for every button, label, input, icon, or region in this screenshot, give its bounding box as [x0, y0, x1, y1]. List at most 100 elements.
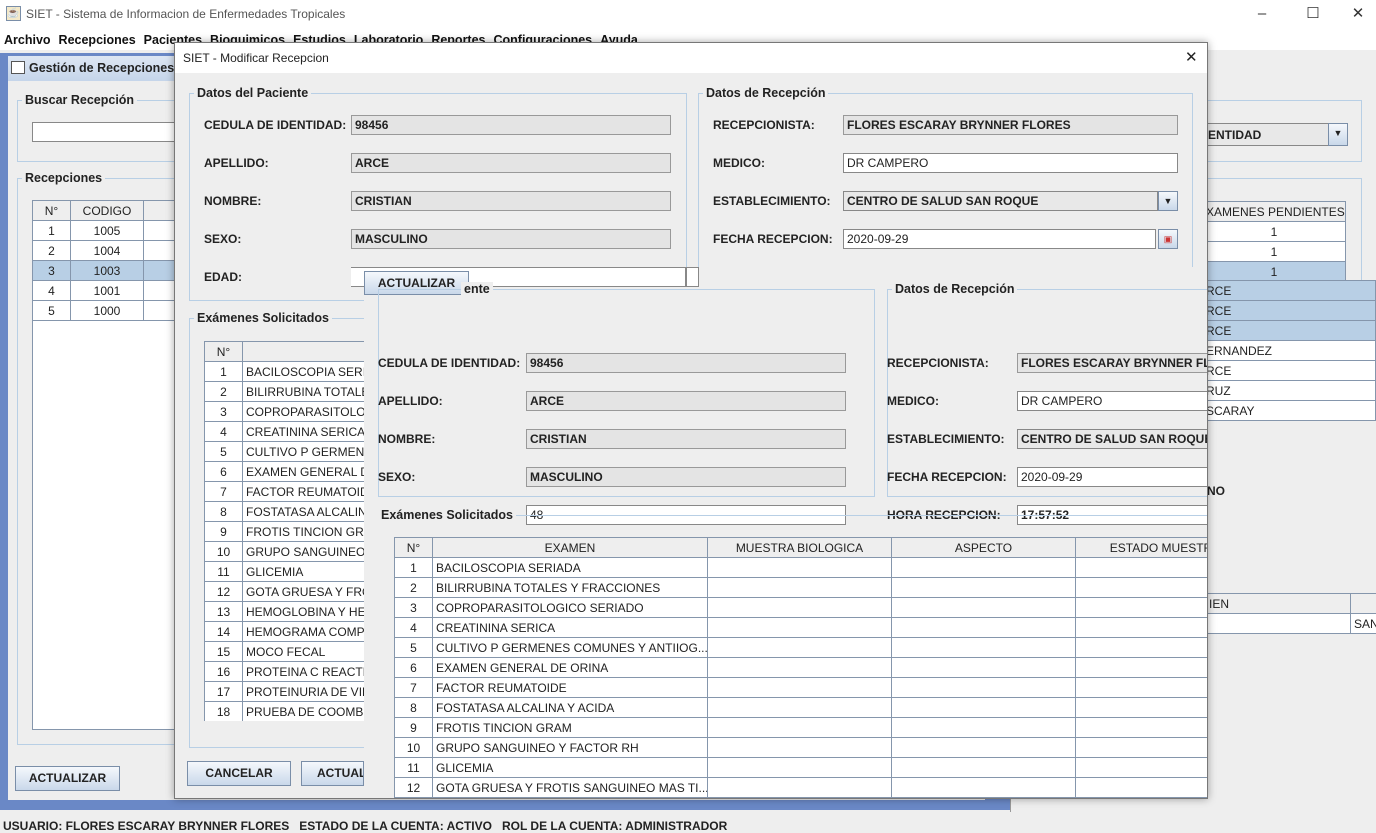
- table-row[interactable]: 9FROTIS TINCION GRAM: [395, 718, 1209, 738]
- cancelar-button[interactable]: CANCELAR: [187, 761, 291, 786]
- column-header[interactable]: N°: [205, 342, 243, 362]
- recepcion-field-3[interactable]: 2020-09-29: [843, 229, 1156, 249]
- empty-cell[interactable]: [708, 598, 892, 618]
- table-row[interactable]: 13HEMOGLOBINA Y HEM: [205, 602, 365, 622]
- empty-cell[interactable]: [708, 578, 892, 598]
- empty-cell[interactable]: [1076, 558, 1209, 578]
- empty-cell[interactable]: [892, 798, 1076, 800]
- column-header[interactable]: EXAMEN: [433, 538, 708, 558]
- empty-cell[interactable]: [708, 738, 892, 758]
- column-header[interactable]: N°: [33, 201, 71, 221]
- search-input[interactable]: [32, 122, 182, 142]
- table-row[interactable]: 16PROTEINA C REACTI: [205, 662, 365, 682]
- empty-cell[interactable]: [708, 618, 892, 638]
- actualizar-button[interactable]: ACTUALIZAR: [15, 766, 120, 791]
- empty-cell[interactable]: [892, 758, 1076, 778]
- empty-cell[interactable]: [708, 758, 892, 778]
- table-row[interactable]: 8FOSTATASA ALCALINA Y ACIDA: [395, 698, 1209, 718]
- empty-cell[interactable]: [1076, 718, 1209, 738]
- empty-cell[interactable]: [892, 778, 1076, 798]
- table-row[interactable]: 15MOCO FECAL: [205, 642, 365, 662]
- table-row[interactable]: 11GLICEMIA: [395, 758, 1209, 778]
- empty-cell[interactable]: [892, 638, 1076, 658]
- recepcion-field-1[interactable]: DR CAMPERO: [843, 153, 1178, 173]
- empty-cell[interactable]: [892, 558, 1076, 578]
- calendar-icon[interactable]: ▣: [1158, 229, 1178, 249]
- table-row[interactable]: 12GOTA GRUESA Y FROTIS SANGUINEO MAS TI.…: [395, 778, 1209, 798]
- table-row[interactable]: 8FOSTATASA ALCALINA Y ACIDA: [205, 502, 365, 522]
- ghost-recepcion-field-2[interactable]: CENTRO DE SALUD SAN ROQUE: [1017, 429, 1208, 449]
- empty-cell[interactable]: [1076, 658, 1209, 678]
- empty-cell[interactable]: [708, 718, 892, 738]
- actualizar-button-partial[interactable]: ACTUAL: [301, 761, 364, 786]
- empty-cell[interactable]: [1076, 598, 1209, 618]
- empty-cell[interactable]: [708, 678, 892, 698]
- ghost-recepcion-field-3[interactable]: 2020-09-29: [1017, 467, 1208, 487]
- column-header[interactable]: ESTADO MUESTRA: [1076, 538, 1209, 558]
- empty-cell[interactable]: [708, 558, 892, 578]
- empty-cell[interactable]: [892, 618, 1076, 638]
- empty-cell[interactable]: [708, 698, 892, 718]
- table-row[interactable]: 13HEMOGLOBINA Y HEM: [395, 798, 1209, 800]
- dialog-close-icon[interactable]: ✕: [1185, 48, 1198, 66]
- empty-cell[interactable]: [1076, 578, 1209, 598]
- column-header[interactable]: MUESTRA BIOLOGICA: [708, 538, 892, 558]
- table-row[interactable]: 11GLICEMIA: [205, 562, 365, 582]
- close-window-button[interactable]: ✕: [1343, 4, 1373, 24]
- table-row[interactable]: 6EXAMEN GENERAL DE ORINA: [395, 658, 1209, 678]
- table-row[interactable]: 1BACILOSCOPIA SERIADA: [395, 558, 1209, 578]
- search-type-combo[interactable]: ENTIDAD: [1190, 123, 1330, 146]
- chevron-down-icon[interactable]: ▼: [1328, 123, 1348, 146]
- empty-cell[interactable]: [892, 658, 1076, 678]
- empty-cell[interactable]: [708, 638, 892, 658]
- menu-archivo[interactable]: Archivo: [0, 28, 55, 47]
- empty-cell[interactable]: [892, 698, 1076, 718]
- column-header[interactable]: CODIGO: [71, 201, 144, 221]
- column-header[interactable]: EXAMEN: [243, 342, 365, 362]
- empty-cell[interactable]: [708, 798, 892, 800]
- table-row[interactable]: 7FACTOR REUMATOIDE: [395, 678, 1209, 698]
- table-row[interactable]: 17PROTEINURIA DE VIE: [205, 682, 365, 702]
- table-row[interactable]: 1BACILOSCOPIA SERIADA: [205, 362, 365, 382]
- table-row[interactable]: 4CREATININA SERICA: [395, 618, 1209, 638]
- column-header[interactable]: N°: [395, 538, 433, 558]
- table-row[interactable]: 14HEMOGRAMA COMPL: [205, 622, 365, 642]
- empty-cell[interactable]: [1076, 698, 1209, 718]
- empty-cell[interactable]: [1076, 618, 1209, 638]
- empty-cell[interactable]: [1076, 738, 1209, 758]
- empty-cell[interactable]: [892, 718, 1076, 738]
- chevron-down-icon[interactable]: ▼: [1158, 191, 1178, 211]
- table-row[interactable]: 5CULTIVO P GERMENES COMUNES Y ANTIIOG...: [205, 442, 365, 462]
- empty-cell[interactable]: [892, 678, 1076, 698]
- empty-cell[interactable]: [708, 658, 892, 678]
- table-row[interactable]: 3COPROPARASITOLOGICO SERIADO: [205, 402, 365, 422]
- table-row[interactable]: 4CREATININA SERICA: [205, 422, 365, 442]
- table-row[interactable]: 6EXAMEN GENERAL DE ORINA: [205, 462, 365, 482]
- maximize-button[interactable]: ☐: [1298, 4, 1328, 24]
- empty-cell[interactable]: [892, 738, 1076, 758]
- empty-cell[interactable]: [1076, 678, 1209, 698]
- minimize-button[interactable]: –: [1247, 4, 1277, 24]
- empty-cell[interactable]: [1076, 638, 1209, 658]
- table-row[interactable]: 18PRUEBA DE COOMBS: [205, 702, 365, 722]
- empty-cell[interactable]: [1076, 798, 1209, 800]
- menu-recepciones[interactable]: Recepciones: [55, 28, 140, 47]
- table-row[interactable]: 2BILIRRUBINA TOTALES Y FRACCIONES: [395, 578, 1209, 598]
- table-row[interactable]: 10GRUPO SANGUINEO Y FACTOR RH: [395, 738, 1209, 758]
- recepcion-field-2[interactable]: CENTRO DE SALUD SAN ROQUE: [843, 191, 1158, 211]
- empty-cell[interactable]: [1076, 758, 1209, 778]
- table-row[interactable]: 10GRUPO SANGUINEO Y FACTOR RH: [205, 542, 365, 562]
- table-row[interactable]: 2BILIRRUBINA TOTALES Y FRACCIONES: [205, 382, 365, 402]
- column-header[interactable]: ASPECTO: [892, 538, 1076, 558]
- table-row[interactable]: 9FROTIS TINCION GRAM: [205, 522, 365, 542]
- table-row[interactable]: 12GOTA GRUESA Y FROTIS SANGUINEO MAS TI.…: [205, 582, 365, 602]
- empty-cell[interactable]: [892, 578, 1076, 598]
- table-row[interactable]: 7FACTOR REUMATOIDE: [205, 482, 365, 502]
- empty-cell[interactable]: [892, 598, 1076, 618]
- table-row[interactable]: 5CULTIVO P GERMENES COMUNES Y ANTIIOG...: [395, 638, 1209, 658]
- empty-cell[interactable]: [708, 778, 892, 798]
- ghost-recepcion-field-1[interactable]: DR CAMPERO: [1017, 391, 1208, 411]
- table-row[interactable]: 3COPROPARASITOLOGICO SERIADO: [395, 598, 1209, 618]
- empty-cell[interactable]: [1076, 778, 1209, 798]
- dialog-titlebar[interactable]: SIET - Modificar Recepcion ✕: [175, 43, 1207, 73]
